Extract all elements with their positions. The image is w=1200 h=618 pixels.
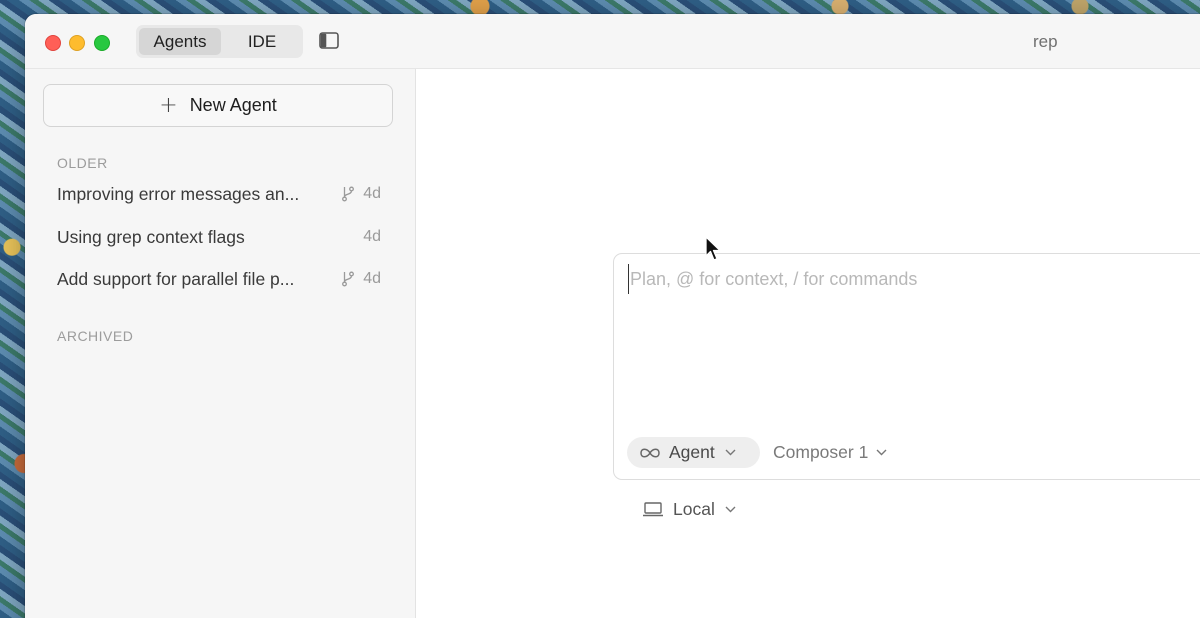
agent-list-item[interactable]: Using grep context flags 4d <box>57 227 385 251</box>
tab-agents[interactable]: Agents <box>139 28 221 55</box>
chevron-down-icon <box>876 449 887 456</box>
minimize-window-button[interactable] <box>69 35 85 51</box>
zoom-window-button[interactable] <box>94 35 110 51</box>
model-dropdown[interactable]: Composer 1 <box>773 437 887 468</box>
agent-age: 4d <box>363 185 381 202</box>
sidebar: + New Agent OLDER Improving error messag… <box>25 69 416 618</box>
agent-list-item[interactable]: Add support for parallel file p... 4d <box>57 269 385 293</box>
model-label: Composer 1 <box>773 442 869 462</box>
tab-ide[interactable]: IDE <box>224 28 300 55</box>
location-dropdown[interactable]: Local <box>642 497 736 521</box>
sidebar-toggle-icon[interactable] <box>319 32 339 49</box>
mode-dropdown[interactable]: Agent <box>627 437 760 468</box>
app-window: Agents IDE rep + New Agent OLDER Improvi… <box>25 14 1200 618</box>
section-label-archived: ARCHIVED <box>57 328 134 344</box>
location-label: Local <box>673 498 715 519</box>
git-branch-icon <box>342 186 355 202</box>
agent-age: 4d <box>363 228 381 245</box>
new-agent-label: New Agent <box>189 95 277 115</box>
agent-title: Add support for parallel file p... <box>57 269 295 289</box>
new-agent-button[interactable]: + New Agent <box>43 84 393 127</box>
agent-list-item[interactable]: Improving error messages an... 4d <box>57 184 385 208</box>
mouse-pointer-icon <box>705 236 721 261</box>
mode-label: Agent <box>669 442 715 462</box>
agent-title: Improving error messages an... <box>57 184 300 204</box>
close-window-button[interactable] <box>45 35 61 51</box>
section-label-older: OLDER <box>57 155 108 171</box>
plus-icon: + <box>159 92 178 118</box>
infinity-icon <box>640 448 660 457</box>
laptop-icon <box>643 501 663 516</box>
composer-box: Agent Composer 1 <box>613 253 1200 480</box>
title-bar: Agents IDE rep <box>25 14 1200 69</box>
view-switcher: Agents IDE <box>136 25 303 58</box>
git-branch-icon <box>342 271 355 287</box>
prompt-input[interactable] <box>628 264 1190 294</box>
agent-age: 4d <box>363 270 381 287</box>
agent-meta: 4d <box>341 270 381 288</box>
window-title: rep <box>1033 32 1058 51</box>
agent-title: Using grep context flags <box>57 227 245 247</box>
chevron-down-icon <box>725 506 736 512</box>
agent-meta: 4d <box>363 228 381 246</box>
chevron-down-icon <box>725 449 736 456</box>
agent-meta: 4d <box>341 185 381 203</box>
